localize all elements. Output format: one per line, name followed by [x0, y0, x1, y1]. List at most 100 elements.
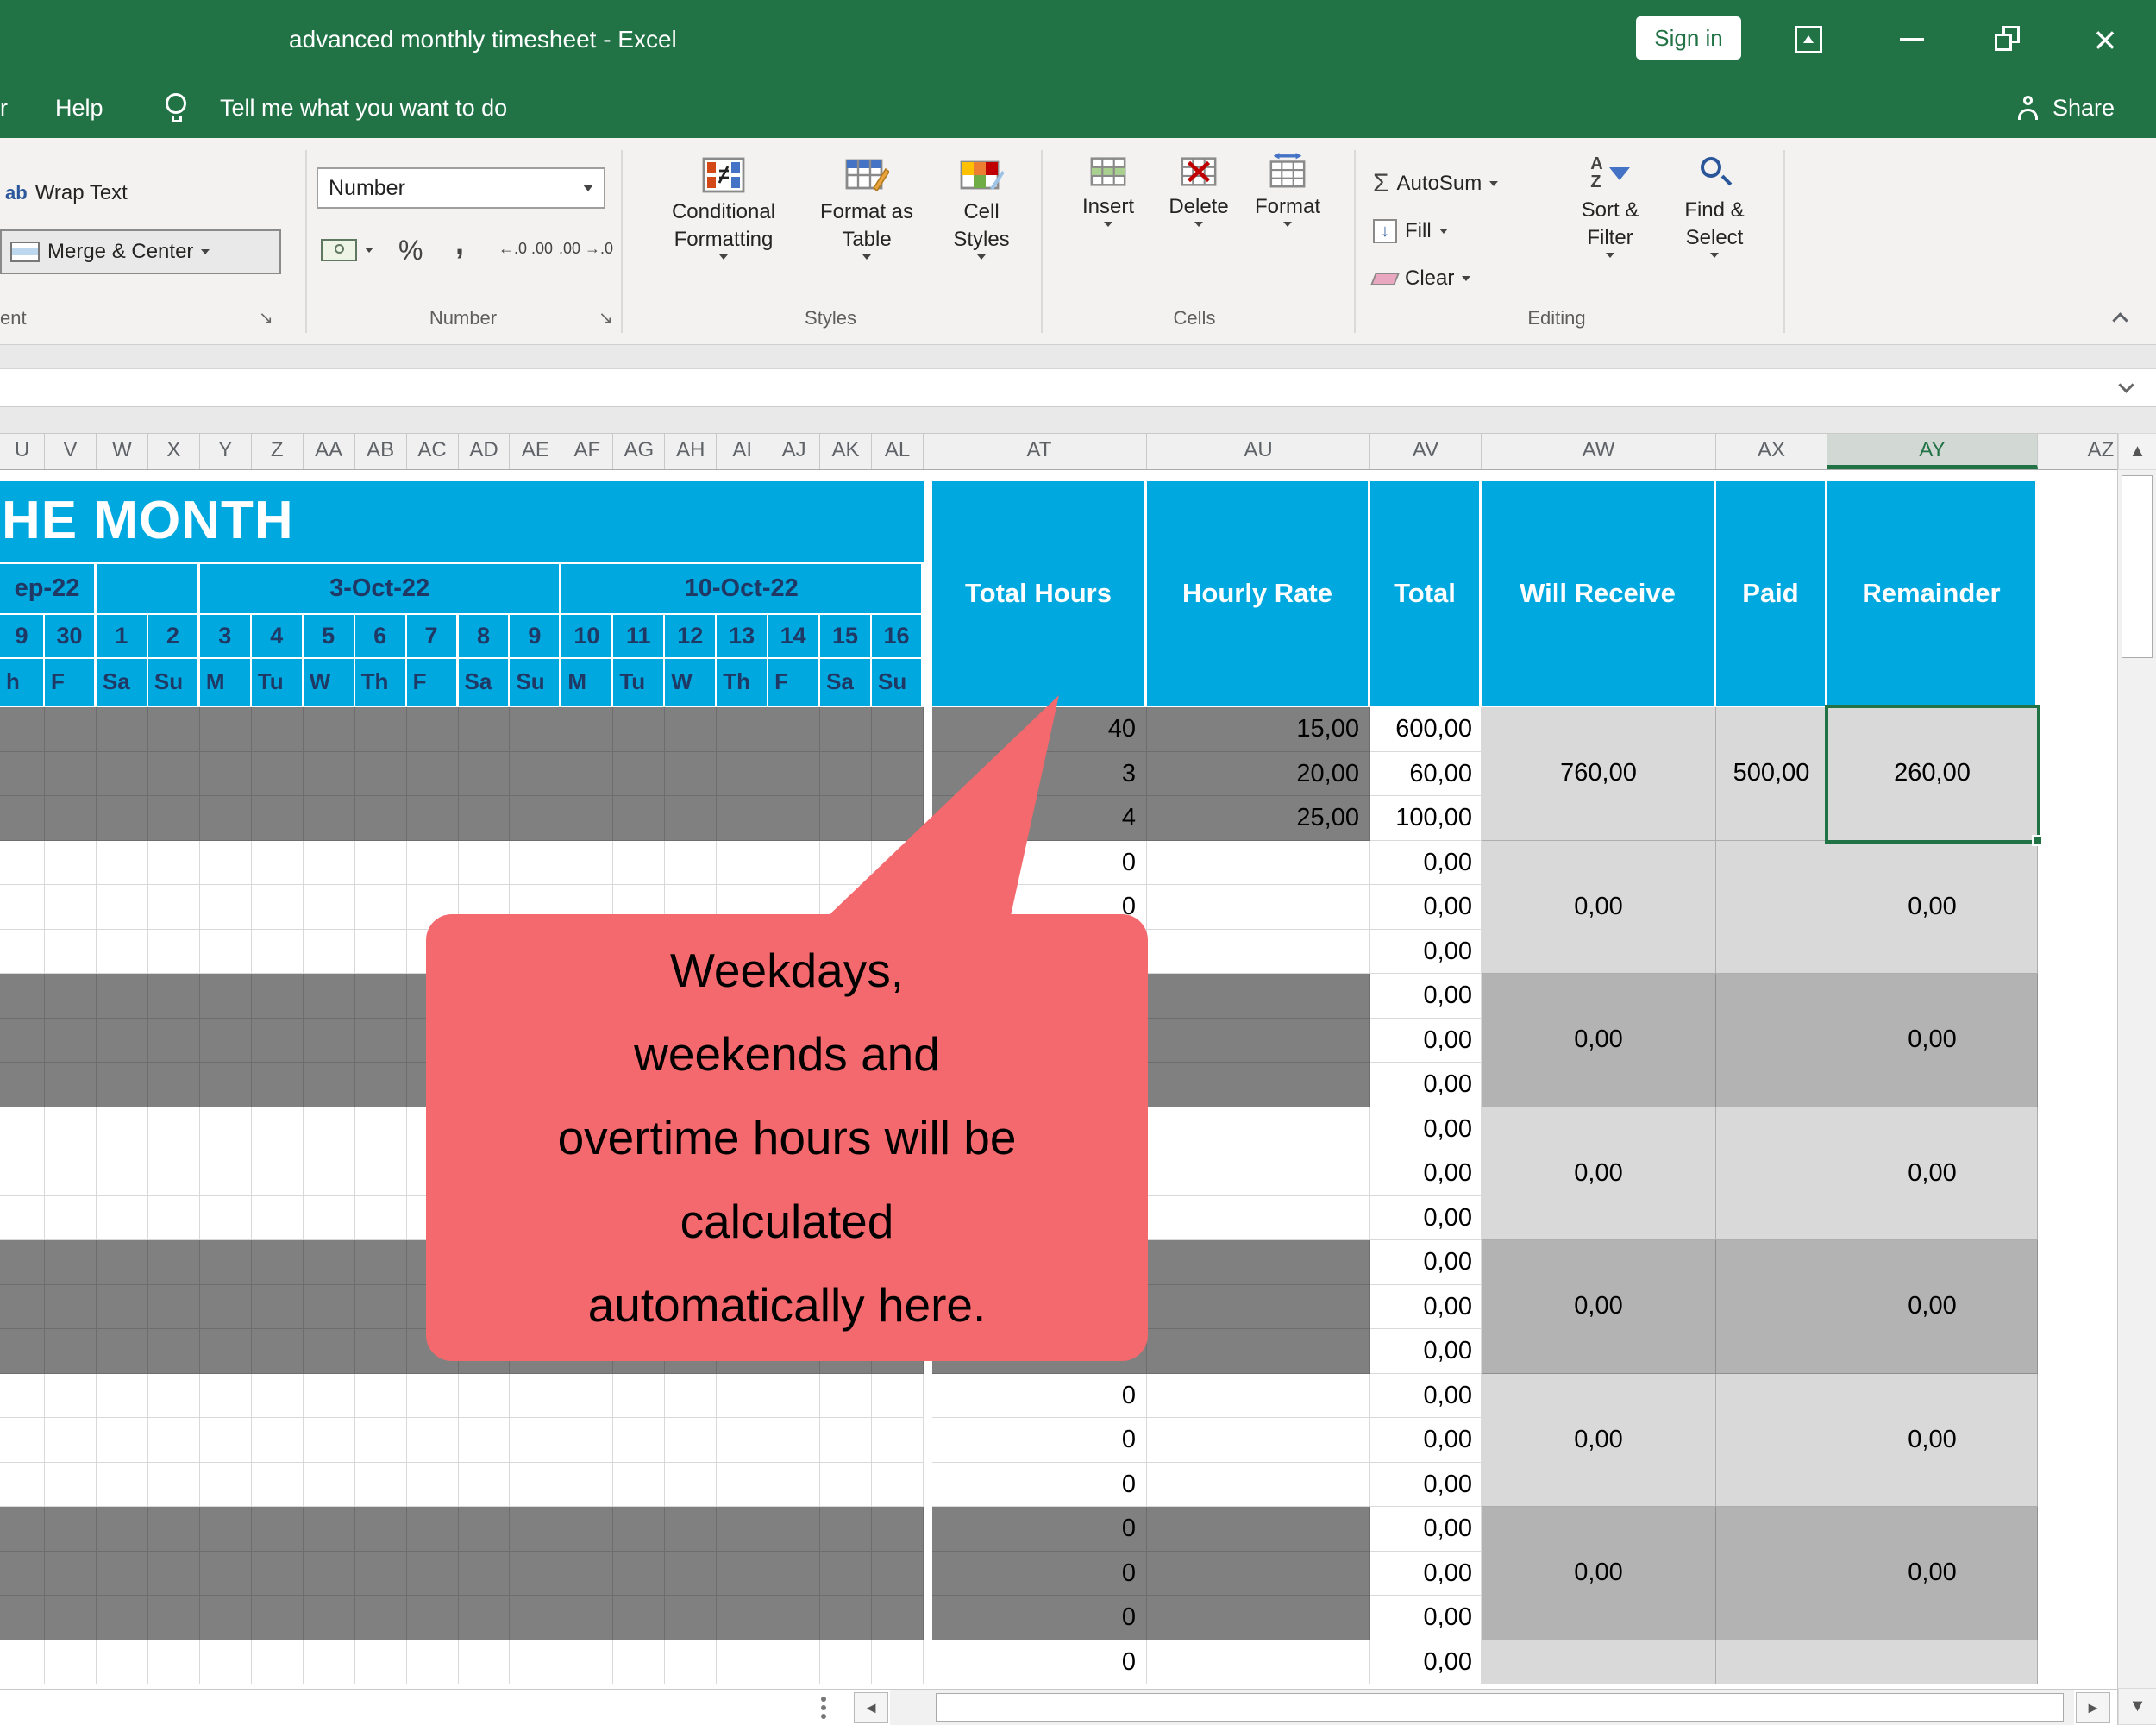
day-cell[interactable] [768, 1374, 820, 1419]
day-cell[interactable] [200, 1151, 252, 1196]
cell-hourly-rate[interactable] [1147, 1374, 1370, 1419]
day-cell[interactable] [613, 1640, 665, 1685]
day-cell[interactable] [200, 1463, 252, 1508]
tell-me-box[interactable]: Tell me what you want to do [220, 78, 507, 138]
day-cell[interactable] [0, 1418, 45, 1463]
cell-total[interactable]: 0,00 [1370, 1552, 1482, 1596]
day-cell[interactable] [200, 1240, 252, 1285]
day-cell[interactable] [613, 752, 665, 797]
cell-total[interactable]: 0,00 [1370, 1019, 1482, 1063]
minimize-button[interactable] [1881, 0, 1943, 78]
day-cell[interactable] [510, 1507, 561, 1552]
day-cell[interactable] [355, 1240, 407, 1285]
col-header-AH[interactable]: AH [665, 434, 717, 469]
day-cell[interactable] [252, 1240, 304, 1285]
day-cell[interactable] [200, 1107, 252, 1152]
day-cell[interactable] [820, 1640, 872, 1685]
cell-will-receive[interactable]: 0,00 [1482, 974, 1716, 1107]
day-cell[interactable] [613, 1552, 665, 1596]
day-cell[interactable] [561, 1374, 613, 1419]
day-cell[interactable] [148, 930, 200, 975]
day-cell[interactable] [407, 752, 459, 797]
col-header-AY[interactable]: AY [1827, 434, 2038, 469]
day-cell[interactable] [768, 1507, 820, 1552]
day-cell[interactable] [872, 1463, 924, 1508]
day-cell[interactable] [45, 1507, 97, 1552]
day-name-cell[interactable]: F [407, 659, 459, 707]
close-button[interactable]: × [2074, 0, 2136, 78]
cell-hourly-rate[interactable] [1147, 1463, 1370, 1508]
sheet-tab-splitter[interactable] [821, 1697, 826, 1702]
day-cell[interactable] [665, 1552, 717, 1596]
day-cell[interactable] [0, 1374, 45, 1419]
day-cell[interactable] [665, 841, 717, 886]
day-cell[interactable] [97, 1019, 148, 1063]
day-cell[interactable] [561, 1552, 613, 1596]
restore-button[interactable] [1977, 0, 2040, 78]
horizontal-scroll-track[interactable] [890, 1690, 2074, 1725]
cell-total[interactable]: 0,00 [1370, 1329, 1482, 1374]
number-dialog-launcher[interactable]: ↘ [599, 307, 613, 329]
cell-remainder[interactable]: 0,00 [1827, 1507, 2038, 1640]
day-cell[interactable] [45, 1329, 97, 1374]
summary-header-AV[interactable]: Total [1370, 481, 1482, 707]
day-number-cell[interactable]: 30 [45, 615, 97, 659]
cell-remainder[interactable]: 0,00 [1827, 1107, 2038, 1241]
day-cell[interactable] [407, 1640, 459, 1685]
cell-hourly-rate[interactable] [1147, 885, 1370, 930]
cell-will-receive[interactable]: 760,00 [1482, 707, 1716, 841]
day-cell[interactable] [304, 1418, 355, 1463]
alignment-dialog-launcher[interactable]: ↘ [259, 307, 273, 329]
day-name-cell[interactable]: M [561, 659, 613, 707]
cell-remainder[interactable]: 0,00 [1827, 841, 2038, 975]
day-cell[interactable] [200, 1285, 252, 1330]
day-cell[interactable] [459, 1552, 511, 1596]
summary-header-AW[interactable]: Will Receive [1482, 481, 1716, 707]
cell-hourly-rate[interactable] [1147, 974, 1370, 1019]
day-cell[interactable] [459, 1418, 511, 1463]
day-cell[interactable] [561, 1507, 613, 1552]
format-as-table-button[interactable]: Format as Table [806, 152, 927, 260]
day-cell[interactable] [304, 1374, 355, 1419]
day-cell[interactable] [97, 1552, 148, 1596]
day-cell[interactable] [304, 974, 355, 1019]
day-cell[interactable] [97, 1063, 148, 1107]
day-cell[interactable] [355, 1463, 407, 1508]
day-name-cell[interactable]: F [45, 659, 97, 707]
day-cell[interactable] [0, 974, 45, 1019]
day-cell[interactable] [304, 1285, 355, 1330]
merge-center-button[interactable]: Merge & Center [0, 229, 281, 274]
day-cell[interactable] [304, 1552, 355, 1596]
cell-paid[interactable] [1716, 1507, 1827, 1640]
day-cell[interactable] [45, 1640, 97, 1685]
day-cell[interactable] [252, 974, 304, 1019]
cell-total[interactable]: 60,00 [1370, 752, 1482, 797]
day-cell[interactable] [717, 1596, 768, 1640]
wrap-text-button[interactable]: ab Wrap Text [5, 174, 128, 212]
day-cell[interactable] [459, 707, 511, 752]
cell-paid[interactable] [1716, 974, 1827, 1107]
cell-hourly-rate[interactable] [1147, 1507, 1370, 1552]
share-button[interactable]: Share [2015, 78, 2115, 138]
cell-total[interactable]: 0,00 [1370, 1063, 1482, 1107]
day-cell[interactable] [97, 1374, 148, 1419]
formula-bar-expand-icon[interactable] [2118, 377, 2134, 392]
day-cell[interactable] [148, 1374, 200, 1419]
day-cell[interactable] [768, 1418, 820, 1463]
day-cell[interactable] [355, 752, 407, 797]
menu-item-partial[interactable]: r [0, 78, 12, 138]
day-cell[interactable] [304, 1107, 355, 1152]
day-cell[interactable] [148, 841, 200, 886]
day-cell[interactable] [0, 1329, 45, 1374]
day-cell[interactable] [561, 1596, 613, 1640]
day-cell[interactable] [252, 1329, 304, 1374]
col-header-X[interactable]: X [148, 434, 200, 469]
day-cell[interactable] [510, 1596, 561, 1640]
cell-paid[interactable] [1716, 1107, 1827, 1241]
day-cell[interactable] [355, 930, 407, 975]
day-cell[interactable] [148, 1329, 200, 1374]
day-cell[interactable] [355, 1418, 407, 1463]
day-cell[interactable] [561, 796, 613, 841]
day-cell[interactable] [97, 752, 148, 797]
day-cell[interactable] [665, 796, 717, 841]
